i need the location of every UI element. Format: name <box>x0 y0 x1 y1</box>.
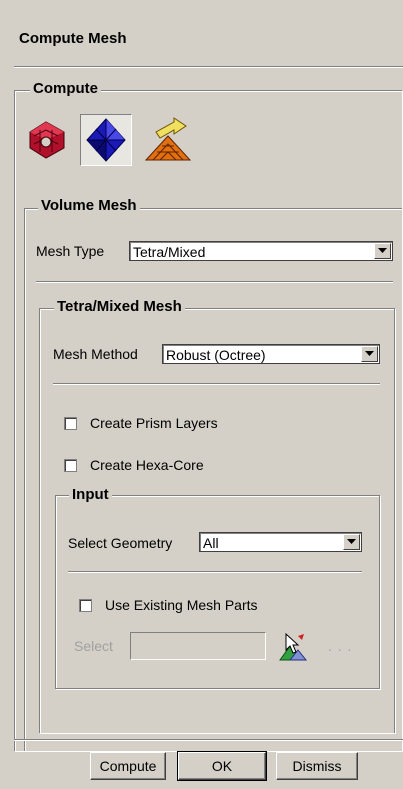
volume-mesh-icon[interactable] <box>24 118 68 162</box>
tetra-mesh-icon[interactable] <box>80 114 132 166</box>
mesh-method-select[interactable]: Robust (Octree) <box>162 344 380 364</box>
chevron-down-icon[interactable] <box>374 243 391 259</box>
create-prism-layers-checkbox[interactable] <box>64 417 77 430</box>
mesh-method-label: Mesh Method <box>53 346 138 362</box>
compute-button[interactable]: Compute <box>90 752 166 780</box>
compute-legend: Compute <box>30 80 101 98</box>
tetra-mixed-legend: Tetra/Mixed Mesh <box>54 298 185 316</box>
create-prism-layers-label: Create Prism Layers <box>90 415 218 431</box>
button-bar-divider <box>14 739 403 741</box>
select-field[interactable] <box>130 632 266 660</box>
select-geometry-value: All <box>203 535 219 551</box>
mesh-method-value: Robust (Octree) <box>166 347 266 363</box>
create-hexa-core-label: Create Hexa-Core <box>90 457 204 473</box>
prism-mesh-icon[interactable] <box>138 114 194 170</box>
ellipsis-button[interactable]: . . . <box>328 637 352 655</box>
mesh-type-value: Tetra/Mixed <box>133 244 206 260</box>
create-hexa-core-checkbox[interactable] <box>64 459 77 472</box>
ok-button[interactable]: OK <box>177 751 267 781</box>
chevron-down-icon[interactable] <box>361 346 378 362</box>
mesh-type-select[interactable]: Tetra/Mixed <box>129 241 393 261</box>
use-existing-mesh-parts-checkbox[interactable] <box>79 599 92 612</box>
panel-title: Compute Mesh <box>19 30 127 47</box>
select-geometry-select[interactable]: All <box>199 532 362 552</box>
input-divider <box>68 571 362 573</box>
mesh-type-label: Mesh Type <box>36 243 105 259</box>
tetra-mixed-divider <box>53 383 380 385</box>
volume-mesh-divider <box>36 281 393 283</box>
select-geometry-label: Select Geometry <box>68 535 173 551</box>
chevron-down-icon[interactable] <box>343 534 360 550</box>
volume-mesh-legend: Volume Mesh <box>38 197 140 215</box>
input-legend: Input <box>69 486 112 504</box>
select-label: Select <box>74 638 113 654</box>
title-divider <box>14 66 403 68</box>
select-entities-icon[interactable] <box>276 630 310 664</box>
dismiss-button[interactable]: Dismiss <box>276 752 358 780</box>
use-existing-mesh-parts-label: Use Existing Mesh Parts <box>105 597 258 613</box>
